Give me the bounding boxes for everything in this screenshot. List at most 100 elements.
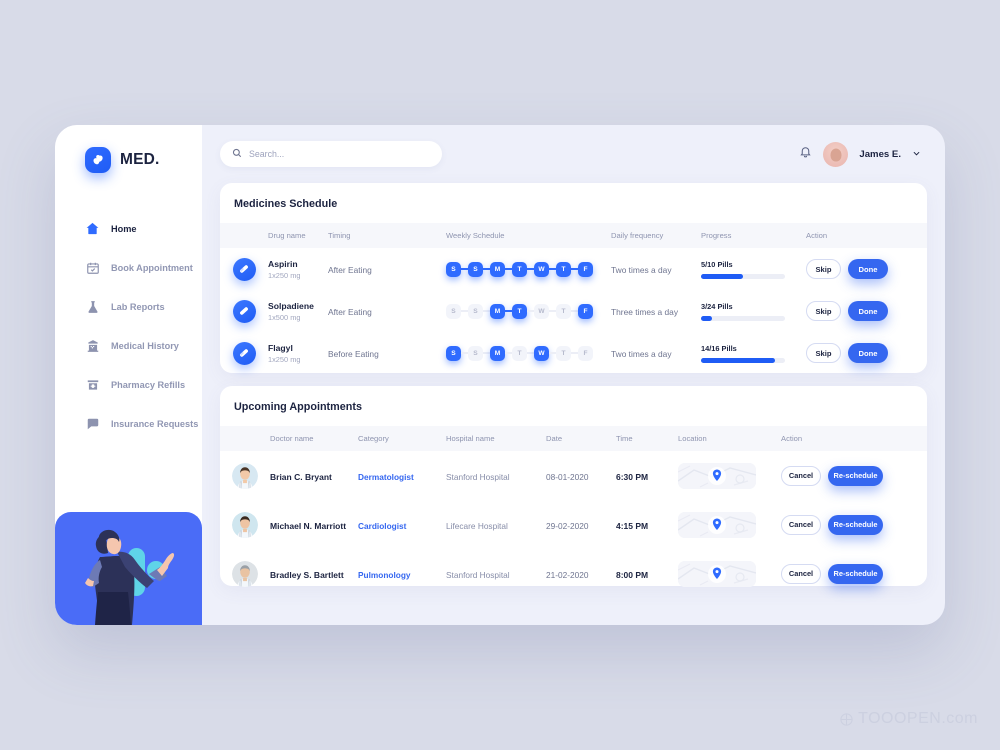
sidebar-item-label: Book Appointment — [111, 262, 193, 273]
cancel-button[interactable]: Cancel — [781, 465, 821, 486]
doctor-category[interactable]: Cardiologist — [358, 521, 406, 531]
appointment-time: 4:15 PM — [616, 520, 649, 531]
weekly-schedule: SSMTWTF — [446, 261, 611, 277]
sidebar-illustration — [55, 512, 202, 625]
day-link — [549, 268, 556, 270]
watermark-text: TOOOPEN.com — [858, 710, 978, 727]
medicines-table-header: Drug name Timing Weekly Schedule Daily f… — [220, 223, 927, 248]
weekday-toggle[interactable]: S — [468, 303, 483, 319]
table-row: Brian C. Bryant Dermatologist Stanford H… — [220, 451, 927, 500]
map-pin-icon[interactable] — [678, 462, 756, 489]
weekly-schedule: SSMTWTF — [446, 345, 611, 361]
sidebar-item-insurance-requests[interactable]: Insurance Requests — [55, 404, 202, 443]
sidebar-item-label: Pharmacy Refills — [111, 379, 186, 390]
progress-label: 3/24 Pills — [701, 301, 733, 311]
cancel-button[interactable]: Cancel — [781, 563, 821, 584]
weekday-toggle[interactable]: T — [512, 303, 527, 319]
drug-timing: After Eating — [328, 265, 372, 275]
medicines-table-body: Aspirin 1x250 mg After Eating SSMTWTF Tw… — [220, 248, 927, 374]
day-link — [461, 268, 468, 270]
chevron-down-icon[interactable] — [912, 145, 921, 163]
daily-frequency: Three times a day — [611, 307, 679, 317]
home-icon — [85, 221, 100, 236]
brand-logo[interactable]: MED. — [55, 125, 202, 173]
reschedule-button[interactable]: Re-schedule — [828, 563, 883, 584]
progress-bar — [701, 273, 785, 279]
hospital-name: Stanford Hospital — [446, 569, 510, 580]
appointments-table-body: Brian C. Bryant Dermatologist Stanford H… — [220, 451, 927, 598]
appointment-date: 21-02-2020 — [546, 569, 589, 580]
done-button[interactable]: Done — [848, 343, 888, 363]
weekday-toggle[interactable]: T — [556, 261, 571, 277]
sidebar-item-home[interactable]: Home — [55, 209, 202, 248]
drug-dose: 1x250 mg — [268, 354, 301, 364]
section-title: Upcoming Appointments — [234, 401, 362, 413]
skip-button[interactable]: Skip — [806, 259, 841, 279]
weekday-toggle[interactable]: T — [556, 303, 571, 319]
calendar-check-icon — [85, 260, 100, 275]
drug-timing: After Eating — [328, 307, 372, 317]
weekday-toggle[interactable]: W — [534, 303, 549, 319]
skip-button[interactable]: Skip — [806, 301, 841, 321]
progress-bar — [701, 357, 785, 363]
sidebar-item-label: Medical History — [111, 340, 179, 351]
daily-frequency: Two times a day — [611, 265, 672, 275]
bell-icon[interactable] — [799, 145, 812, 163]
table-row: Aspirin 1x250 mg After Eating SSMTWTF Tw… — [220, 248, 927, 290]
done-button[interactable]: Done — [848, 301, 888, 321]
reschedule-button[interactable]: Re-schedule — [828, 514, 883, 535]
weekday-toggle[interactable]: S — [446, 261, 461, 277]
pill-icon — [232, 257, 256, 281]
weekday-toggle[interactable]: S — [446, 345, 461, 361]
doctor-avatar — [232, 560, 258, 587]
topbar-right: James E. — [799, 141, 927, 167]
cancel-button[interactable]: Cancel — [781, 514, 821, 535]
avatar[interactable] — [823, 141, 849, 167]
weekday-toggle[interactable]: T — [556, 345, 571, 361]
sidebar-item-medical-history[interactable]: Medical History — [55, 326, 202, 365]
drug-name: Flagyl — [268, 342, 293, 353]
doctor-avatar — [232, 462, 258, 489]
appointment-date: 29-02-2020 — [546, 520, 589, 531]
topbar: James E. — [220, 125, 927, 183]
doctor-category[interactable]: Pulmonology — [358, 570, 411, 580]
search-box[interactable] — [220, 141, 442, 167]
day-link — [571, 352, 578, 354]
doctor-category[interactable]: Dermatologist — [358, 472, 414, 482]
weekday-toggle[interactable]: W — [534, 345, 549, 361]
weekday-toggle[interactable]: M — [490, 303, 505, 319]
weekday-toggle[interactable]: F — [578, 345, 593, 361]
weekday-toggle[interactable]: M — [490, 261, 505, 277]
weekday-toggle[interactable]: S — [446, 303, 461, 319]
weekday-toggle[interactable]: S — [468, 345, 483, 361]
doctor-avatar — [232, 511, 258, 538]
weekday-toggle[interactable]: T — [512, 345, 527, 361]
done-button[interactable]: Done — [848, 259, 888, 279]
hospital-name: Stanford Hospital — [446, 471, 510, 482]
search-input[interactable] — [249, 149, 430, 159]
sidebar-item-label: Insurance Requests — [111, 418, 199, 429]
weekday-toggle[interactable]: T — [512, 261, 527, 277]
column-action: Action — [806, 231, 828, 240]
weekday-toggle[interactable]: F — [578, 303, 593, 319]
column-doctor-name: Doctor name — [270, 434, 314, 443]
message-bubble-icon — [85, 416, 100, 431]
doctor-name: Michael N. Marriott — [270, 520, 347, 531]
appointment-time: 8:00 PM — [616, 569, 649, 580]
weekday-toggle[interactable]: F — [578, 261, 593, 277]
sidebar-item-lab-reports[interactable]: Lab Reports — [55, 287, 202, 326]
column-daily-frequency: Daily frequency — [611, 231, 664, 240]
flask-icon — [85, 299, 100, 314]
weekday-toggle[interactable]: M — [490, 345, 505, 361]
weekday-toggle[interactable]: W — [534, 261, 549, 277]
map-pin-icon[interactable] — [678, 511, 756, 538]
sidebar-item-pharmacy-refills[interactable]: Pharmacy Refills — [55, 365, 202, 404]
reschedule-button[interactable]: Re-schedule — [828, 465, 883, 486]
progress-label: 14/16 Pills — [701, 343, 737, 353]
sidebar-item-book-appointment[interactable]: Book Appointment — [55, 248, 202, 287]
column-hospital-name: Hospital name — [446, 434, 495, 443]
weekday-toggle[interactable]: S — [468, 261, 483, 277]
skip-button[interactable]: Skip — [806, 343, 841, 363]
map-pin-icon[interactable] — [678, 560, 756, 587]
day-link — [483, 310, 490, 312]
